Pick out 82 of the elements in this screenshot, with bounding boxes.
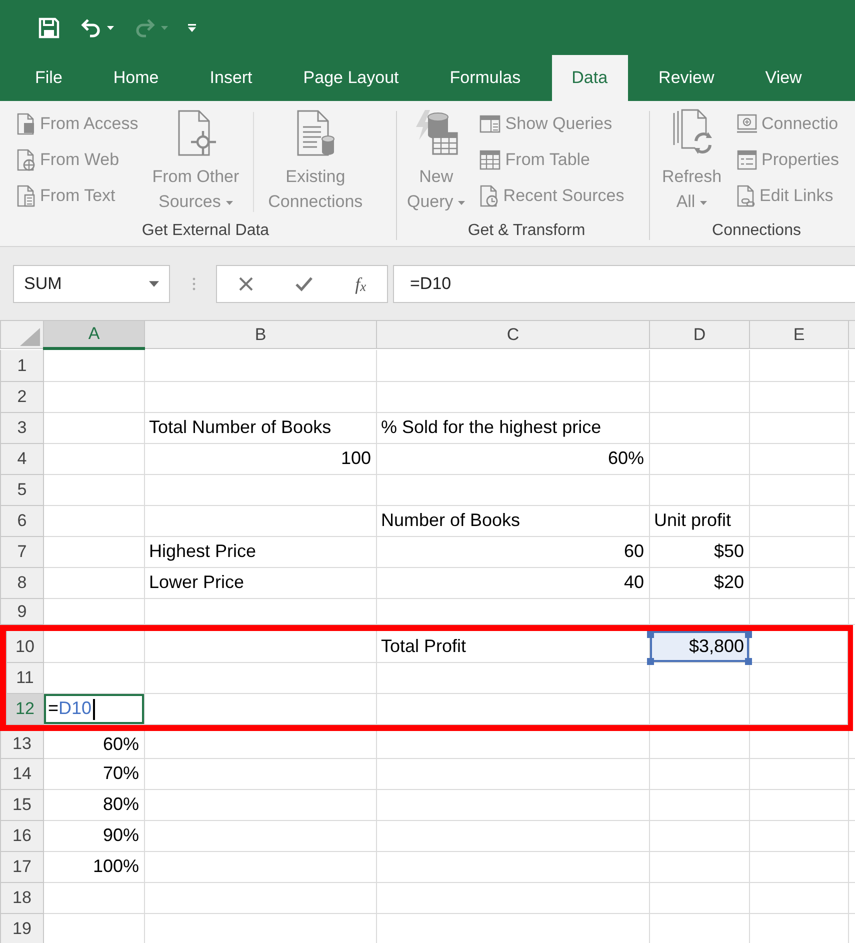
cell-text: $50 <box>714 541 744 561</box>
database-table-icon <box>414 109 458 157</box>
window-list-icon <box>479 113 502 135</box>
monitor-icon <box>736 113 758 135</box>
cell-text: 40 <box>624 572 644 592</box>
cell-text: $20 <box>714 572 744 592</box>
customize-icon <box>188 24 196 32</box>
group-label: Get External Data <box>142 221 270 242</box>
name-box[interactable]: SUM <box>13 265 170 303</box>
row-header[interactable]: 12 <box>6 693 44 724</box>
ribbon-tab[interactable]: Home <box>93 55 179 101</box>
list-icon <box>736 149 758 171</box>
column-header[interactable]: E <box>750 320 848 348</box>
cell-text: $3,800 <box>688 636 744 656</box>
corner-handle-icon[interactable] <box>647 658 654 664</box>
row-header[interactable]: 15 <box>0 789 44 820</box>
row-header[interactable]: 4 <box>0 443 44 474</box>
document-globe-icon <box>16 149 36 171</box>
document-link-icon <box>736 185 756 207</box>
ribbon-tab[interactable]: View <box>745 55 822 101</box>
cell-text: Number of Books <box>381 510 520 530</box>
column-header[interactable]: B <box>144 320 376 348</box>
group-label: Connections <box>712 221 801 242</box>
row-header[interactable]: 7 <box>0 536 44 567</box>
row-header[interactable]: 18 <box>0 882 44 913</box>
row-header[interactable]: 11 <box>6 662 44 693</box>
row-header[interactable]: 5 <box>0 474 44 505</box>
row-header[interactable]: 3 <box>0 412 44 443</box>
row-header[interactable]: 9 <box>0 598 44 624</box>
caret-icon <box>149 281 159 287</box>
table-icon <box>479 149 502 171</box>
ribbon-tab[interactable]: Page Layout <box>283 55 419 101</box>
cell-text: Lower Price <box>149 572 244 592</box>
cell-text: 60% <box>102 734 139 754</box>
cell-input[interactable]: =D10 <box>44 693 144 724</box>
column-header[interactable]: D <box>650 320 750 348</box>
ribbon-tab[interactable]: Insert <box>190 55 272 101</box>
row-header[interactable]: 6 <box>0 505 44 536</box>
cell-text: 90% <box>102 825 139 845</box>
row-header[interactable]: 2 <box>0 381 44 412</box>
group-label: Get & Transform <box>468 221 586 242</box>
grip-dots-icon <box>192 277 196 291</box>
insert-function-button[interactable]: f$_{x}$ <box>351 273 370 295</box>
row-header[interactable]: 19 <box>0 913 44 943</box>
ribbon-tab[interactable]: Formulas <box>430 55 541 101</box>
checkmark-icon <box>295 276 314 292</box>
ribbon-tab[interactable]: Review <box>638 55 734 101</box>
row-header[interactable]: 1 <box>0 350 44 381</box>
cell-text: Total Profit <box>381 636 466 656</box>
corner-handle-icon[interactable] <box>745 631 752 638</box>
cell-text: Total Number of Books <box>149 417 332 437</box>
redo-icon <box>134 18 156 38</box>
column-header[interactable]: C <box>376 320 650 348</box>
cell-text: 100% <box>92 856 139 876</box>
column-header[interactable]: A <box>44 320 144 348</box>
cell-text: % Sold for the highest price <box>381 417 602 437</box>
corner-handle-icon[interactable] <box>647 631 654 638</box>
save-icon <box>38 16 60 38</box>
cell-text: 100 <box>340 448 371 468</box>
cell-text: 70% <box>102 763 139 783</box>
select-all-icon <box>20 328 40 346</box>
undo-icon <box>80 18 102 38</box>
ribbon-tab[interactable]: Data <box>552 55 628 101</box>
document-clock-icon <box>479 185 500 207</box>
corner-handle-icon[interactable] <box>745 658 752 664</box>
document-lines-icon <box>16 185 36 207</box>
cell-text: 60% <box>608 448 644 468</box>
formula-field[interactable]: =D10 <box>393 265 855 303</box>
close-icon <box>238 276 254 292</box>
row-header[interactable]: 16 <box>0 820 44 851</box>
document-icon <box>16 113 36 135</box>
cell-text: 60 <box>624 541 644 561</box>
cell-text: 80% <box>102 794 139 814</box>
ribbon-tab[interactable]: File <box>15 55 82 101</box>
text-cursor-icon <box>92 698 95 720</box>
row-header[interactable]: 10 <box>6 631 44 662</box>
row-header[interactable]: 13 <box>0 730 44 758</box>
row-header[interactable]: 17 <box>0 851 44 882</box>
cell-text: Unit profit <box>654 510 732 530</box>
cell-text: Highest Price <box>149 541 256 561</box>
row-header[interactable]: 8 <box>0 567 44 598</box>
row-header[interactable]: 14 <box>0 758 44 789</box>
